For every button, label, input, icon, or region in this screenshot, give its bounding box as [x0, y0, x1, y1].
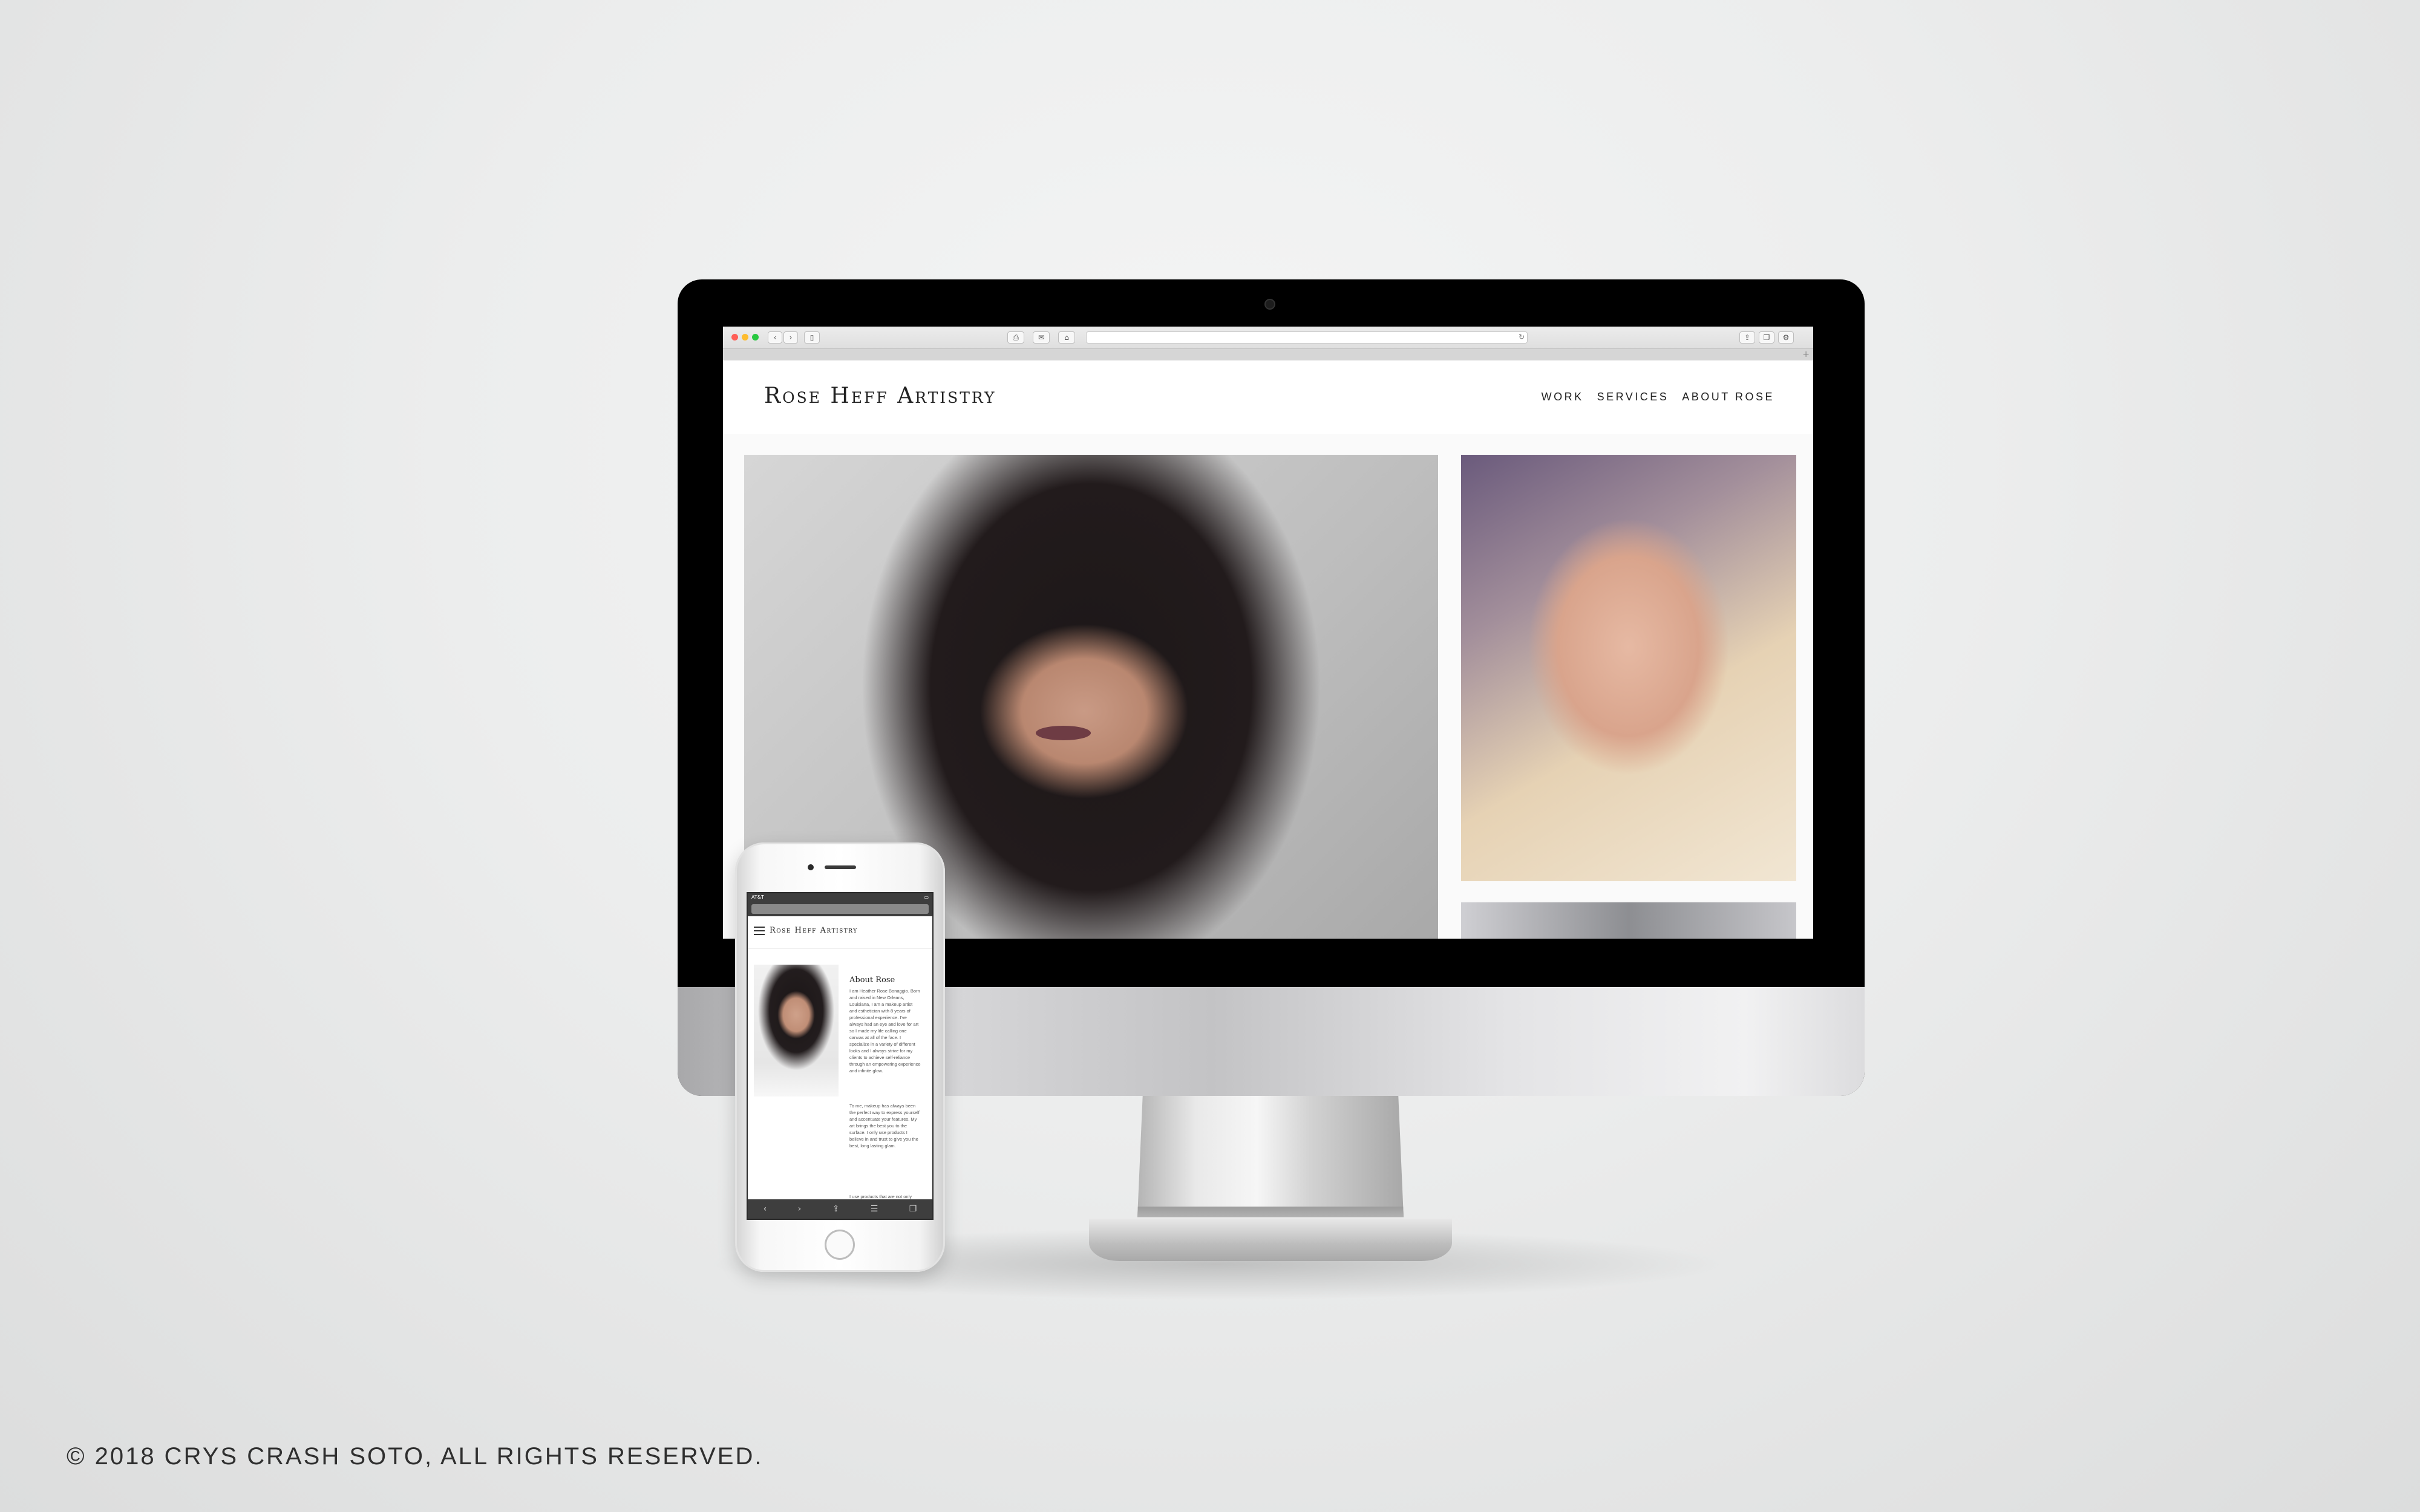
battery-icon: ▭: [924, 894, 929, 900]
nav-item-services[interactable]: SERVICES: [1597, 391, 1669, 403]
site-header: Rose Heff Artistry WORK SERVICES ABOUT R…: [723, 360, 1813, 434]
share-icon[interactable]: ⇪: [832, 1204, 840, 1214]
chevron-left-icon[interactable]: ‹: [764, 1204, 767, 1214]
site-nav: WORK SERVICES ABOUT ROSE: [1542, 391, 1774, 403]
about-paragraph-2: To me, makeup has always been the perfec…: [849, 1103, 920, 1149]
address-bar[interactable]: ↻: [1086, 331, 1528, 344]
chevron-right-icon: ›: [789, 333, 793, 342]
front-camera: [808, 864, 814, 870]
sidebar-button[interactable]: ▯: [804, 331, 820, 344]
tabs-icon[interactable]: ❐: [909, 1204, 917, 1214]
mobile-status-bar: AT&T ▭: [748, 893, 932, 902]
home-button[interactable]: [825, 1230, 855, 1260]
about-photo: [754, 965, 839, 1097]
tabs-button[interactable]: ❐: [1759, 331, 1774, 344]
chevron-left-icon: ‹: [773, 333, 777, 342]
mail-icon: ✉: [1038, 333, 1045, 342]
plus-icon[interactable]: +: [1802, 350, 1810, 359]
tab-strip: +: [723, 348, 1813, 360]
camera-icon: [1264, 299, 1275, 310]
carrier-label: AT&T: [751, 894, 764, 900]
bookmarks-icon[interactable]: ☰: [871, 1204, 878, 1214]
share-button[interactable]: ⇪: [1739, 331, 1755, 344]
print-icon: ⎙: [1013, 333, 1019, 342]
sidebar-icon: ▯: [809, 333, 814, 342]
share-icon: ⇪: [1744, 333, 1751, 342]
mail-button[interactable]: ✉: [1033, 331, 1050, 344]
tabs-icon: ❐: [1763, 333, 1770, 342]
copyright-notice: © 2018 CRYS CRASH SOTO, ALL RIGHTS RESER…: [67, 1443, 764, 1470]
gear-icon: ⚙: [1782, 333, 1790, 342]
phone-speaker: [825, 865, 856, 869]
mobile-address-bar-area: [748, 902, 932, 916]
close-window-button[interactable]: [731, 334, 738, 341]
mobile-site-header: Rose Heff Artistry: [748, 916, 932, 949]
iphone-device: AT&T ▭ Rose Heff Artistry About Rose I a…: [735, 842, 945, 1272]
print-button[interactable]: ⎙: [1007, 331, 1024, 344]
settings-button[interactable]: ⚙: [1778, 331, 1794, 344]
minimize-window-button[interactable]: [742, 334, 748, 341]
mobile-browser-screen: AT&T ▭ Rose Heff Artistry About Rose I a…: [747, 892, 934, 1220]
mobile-browser-toolbar: ‹ › ⇪ ☰ ❐: [748, 1199, 932, 1219]
nav-item-work[interactable]: WORK: [1542, 391, 1584, 403]
back-button[interactable]: ‹: [768, 331, 782, 344]
nav-item-about-rose[interactable]: ABOUT ROSE: [1682, 391, 1774, 403]
site-logo[interactable]: Rose Heff Artistry: [764, 383, 996, 408]
chevron-right-icon[interactable]: ›: [798, 1204, 802, 1214]
portfolio-photo-partial[interactable]: [1461, 902, 1796, 939]
mobile-address-bar[interactable]: [751, 904, 929, 914]
home-button[interactable]: ⌂: [1058, 331, 1075, 344]
imac-stand: [1137, 1095, 1404, 1217]
portfolio-photo-blonde[interactable]: [1461, 455, 1796, 881]
reload-icon[interactable]: ↻: [1519, 333, 1525, 341]
hamburger-menu-icon[interactable]: [754, 927, 765, 935]
forward-button[interactable]: ›: [783, 331, 798, 344]
imac-base: [1089, 1219, 1452, 1261]
browser-toolbar: ‹ › ▯ ⎙ ✉ ⌂ ↻ ⇪ ❐ ⚙ +: [723, 327, 1813, 360]
about-heading: About Rose: [849, 976, 895, 985]
home-icon: ⌂: [1064, 333, 1069, 342]
mobile-site-logo[interactable]: Rose Heff Artistry: [770, 926, 858, 935]
maximize-window-button[interactable]: [752, 334, 759, 341]
about-paragraph-1: I am Heather Rose Bonaggio. Born and rai…: [849, 988, 921, 1074]
